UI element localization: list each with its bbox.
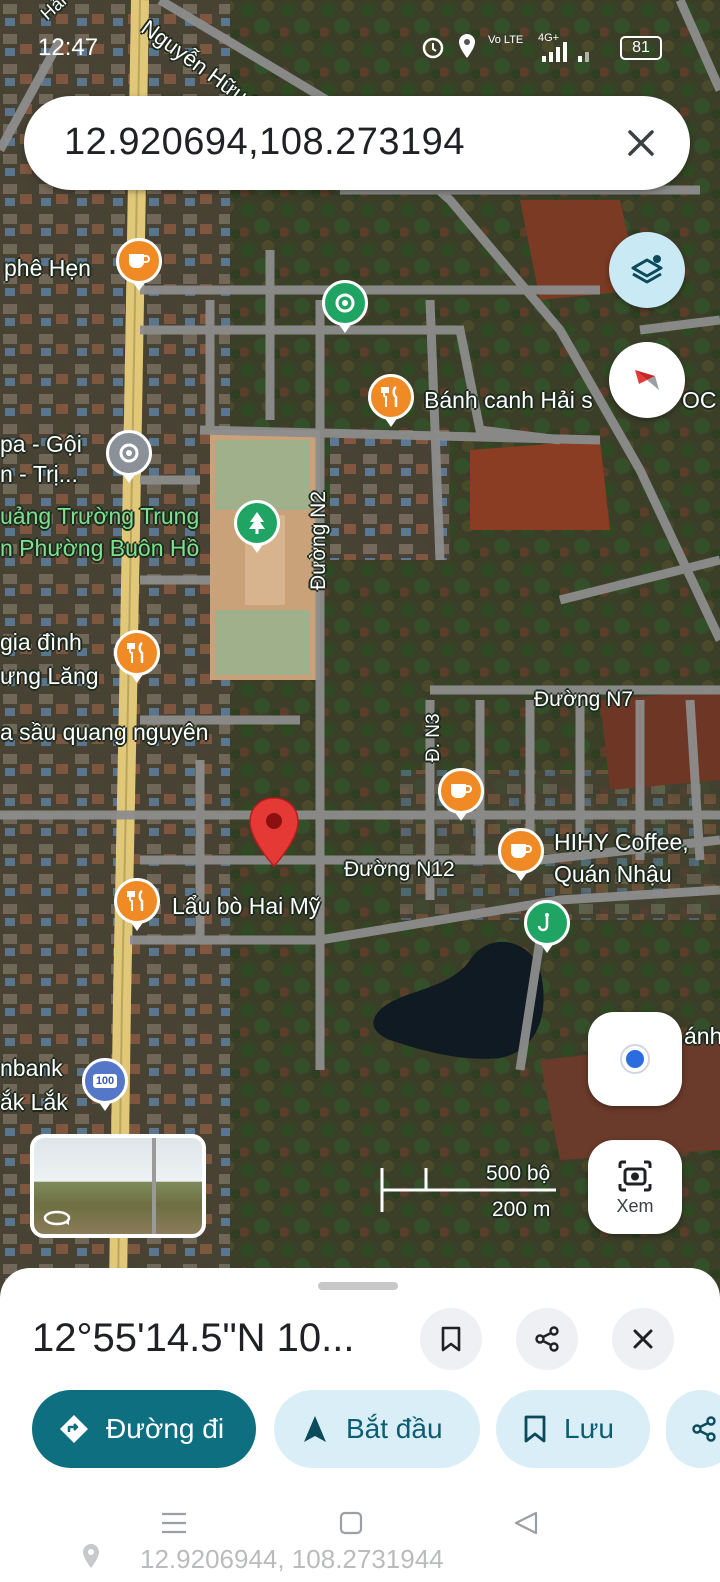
coffee-cup-icon xyxy=(511,844,532,858)
spa-pin-icon[interactable] xyxy=(106,430,152,483)
fork-knife-icon xyxy=(127,641,144,663)
restaurant-pin-icon[interactable] xyxy=(368,374,414,427)
poi-label-banh-canh[interactable]: Bánh canh Hải s xyxy=(424,386,593,414)
share-icon xyxy=(692,1416,716,1442)
rotate-360-icon xyxy=(43,1210,71,1226)
bookmark-icon xyxy=(441,1326,461,1352)
start-navigation-button[interactable]: Bắt đầu xyxy=(274,1390,480,1468)
save-label: Lưu xyxy=(564,1413,614,1444)
poi-label-quang-truong-line1[interactable]: uảng Trường Trung xyxy=(0,502,199,530)
coffee-cup-icon xyxy=(451,784,472,798)
camera-lens-icon xyxy=(618,1160,652,1191)
compass-icon xyxy=(635,370,659,390)
directions-label: Đường đi xyxy=(106,1413,225,1444)
back-icon[interactable] xyxy=(512,1510,540,1536)
road-label-duong-n7: Đường N7 xyxy=(534,688,634,711)
system-navigation-bar xyxy=(0,1496,720,1582)
my-location-icon xyxy=(620,1044,650,1074)
map-scale-bar xyxy=(380,1168,556,1212)
street-view-thumbnail[interactable] xyxy=(30,1134,206,1238)
share-icon xyxy=(535,1326,559,1352)
fork-knife-icon xyxy=(127,889,144,911)
close-sheet-button[interactable] xyxy=(612,1308,674,1370)
selected-location-marker-icon[interactable] xyxy=(248,796,300,868)
poi-label-sau-quang[interactable]: a sầu quang nguyên xyxy=(0,718,208,746)
navigation-arrow-icon xyxy=(304,1416,326,1442)
place-pin-icon[interactable] xyxy=(322,280,368,333)
coffee-cup-icon xyxy=(129,254,150,268)
road-label-duong-n2: Đường N2 xyxy=(307,490,330,590)
lens-view-button[interactable]: Xem xyxy=(588,1140,682,1234)
close-icon xyxy=(633,1329,653,1349)
start-label: Bắt đầu xyxy=(346,1413,443,1444)
location-icon xyxy=(459,34,475,58)
poi-label-lau-bo[interactable]: Lẩu bò Hai Mỹ xyxy=(172,892,320,920)
battery-indicator: 81 xyxy=(620,36,662,60)
fork-knife-icon xyxy=(381,385,398,407)
poi-label-bank-line1[interactable]: nbank xyxy=(0,1054,63,1082)
cafe-pin-icon[interactable] xyxy=(438,768,484,821)
close-icon[interactable] xyxy=(626,128,656,158)
layers-icon xyxy=(631,255,663,284)
share-button[interactable] xyxy=(516,1308,578,1370)
poi-label-right-edge: ánh xyxy=(684,1023,720,1049)
circle-dot-icon xyxy=(119,443,139,463)
my-location-button[interactable] xyxy=(588,1012,682,1106)
save-button[interactable]: Lưu xyxy=(496,1390,650,1468)
search-query[interactable]: 12.920694,108.273194 xyxy=(64,121,465,164)
poi-label-quang-truong-line2[interactable]: n Phường Buôn Hồ xyxy=(0,534,199,562)
recent-apps-icon[interactable] xyxy=(160,1510,188,1536)
poi-label-bank-line2[interactable]: ắk Lắk xyxy=(0,1088,68,1116)
drag-handle[interactable] xyxy=(318,1282,398,1290)
lens-label: Xem xyxy=(616,1195,654,1216)
utility-pole xyxy=(152,1138,156,1234)
poi-label-hihy-line2[interactable]: Quán Nhậu xyxy=(554,860,672,888)
road-label-duong-n12: Đường N12 xyxy=(344,858,455,881)
cafe-pin-icon[interactable] xyxy=(498,828,544,881)
poi-label-spa-line2[interactable]: n - Trị... xyxy=(0,460,78,488)
carrier-label: Vo LTE xyxy=(488,34,524,46)
share-chip-button[interactable] xyxy=(666,1390,720,1468)
atm-pin-icon[interactable]: 100 xyxy=(82,1058,128,1111)
circle-dot-icon xyxy=(335,293,355,313)
bookmark-button[interactable] xyxy=(420,1308,482,1370)
park-pin-icon[interactable] xyxy=(234,500,280,553)
status-time: 12:47 xyxy=(38,34,99,61)
road-label-d-n3: Đ. N3 xyxy=(423,713,444,762)
fish-hook-icon xyxy=(537,913,549,932)
bookmark-icon xyxy=(524,1415,546,1443)
fishing-pin-icon[interactable] xyxy=(524,900,570,953)
directions-icon xyxy=(60,1415,88,1443)
cafe-pin-icon[interactable] xyxy=(116,238,162,291)
directions-button[interactable]: Đường đi xyxy=(32,1390,256,1468)
poi-label-spa-line1[interactable]: pa - Gội xyxy=(0,430,82,458)
poi-label-banh-canh-suffix: OC xyxy=(682,387,717,413)
alarm-icon xyxy=(422,37,444,59)
compass-button[interactable] xyxy=(609,342,685,418)
bank-badge: 100 xyxy=(92,1074,118,1088)
poi-label-gia-dinh-line1[interactable]: gia đình xyxy=(0,628,82,656)
status-bar: 12:47 Vo LTE 4G+ 81 xyxy=(0,30,720,70)
tree-icon xyxy=(249,512,265,534)
signal-icon xyxy=(542,42,589,62)
search-bar[interactable]: 12.920694,108.273194 xyxy=(24,96,690,190)
poi-label-gia-dinh-line2[interactable]: ưng Lăng xyxy=(0,662,99,690)
poi-label-ca-phe-hen[interactable]: phê Hẹn xyxy=(4,254,91,282)
home-icon[interactable] xyxy=(338,1510,364,1536)
restaurant-pin-icon[interactable] xyxy=(114,878,160,931)
layers-button[interactable] xyxy=(609,232,685,308)
restaurant-pin-icon[interactable] xyxy=(114,630,160,683)
place-title: 12°55'14.5"N 10... xyxy=(32,1316,355,1360)
poi-label-hihy-line1[interactable]: HIHY Coffee, xyxy=(554,828,689,856)
